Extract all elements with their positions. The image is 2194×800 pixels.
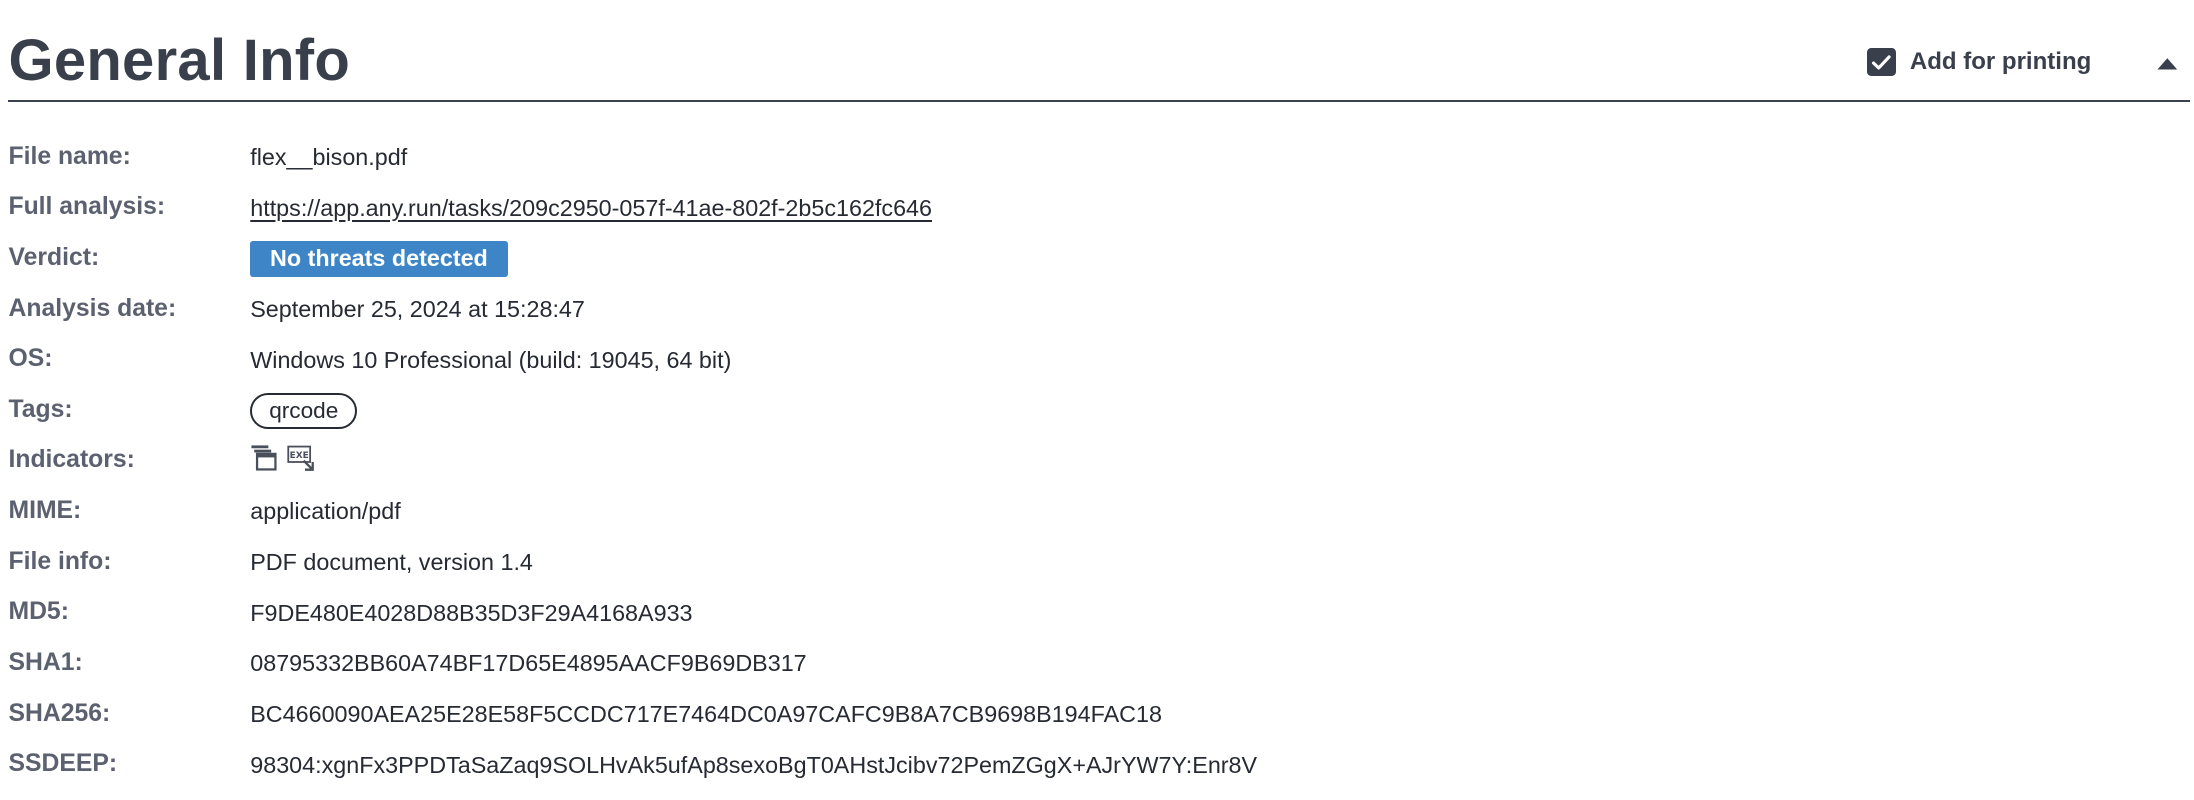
row-mime: MIME: application/pdf	[8, 489, 2186, 540]
page-title: General Info	[8, 29, 351, 94]
add-for-printing-toggle[interactable]: Add for printing	[1867, 48, 2092, 77]
analysis-date-value: September 25, 2024 at 15:28:47	[250, 296, 585, 323]
sha1-value: 08795332BB60A74BF17D65E4895AACF9B69DB317	[250, 650, 807, 677]
row-file-name: File name: flex__bison.pdf	[8, 134, 2186, 185]
row-indicators: Indicators: EXE	[8, 438, 2186, 489]
print-label: Add for printing	[1909, 48, 2092, 76]
row-full-analysis: Full analysis: https://app.any.run/tasks…	[8, 185, 2186, 236]
row-tags: Tags: qrcode	[8, 387, 2186, 438]
row-ssdeep: SSDEEP: 98304:xgnFx3PPDTaSaZaq9SOLHvAk5u…	[8, 742, 2186, 793]
row-verdict: Verdict: No threats detected	[8, 236, 2186, 287]
mime-label: MIME:	[8, 497, 82, 525]
verdict-label: Verdict:	[8, 244, 100, 272]
os-value: Windows 10 Professional (build: 19045, 6…	[250, 346, 732, 373]
print-checkbox[interactable]	[1867, 48, 1896, 77]
tag-qrcode[interactable]: qrcode	[250, 393, 358, 429]
full-analysis-label: Full analysis:	[8, 193, 166, 221]
ssdeep-value: 98304:xgnFx3PPDTaSaZaq9SOLHvAk5ufAp8sexo…	[250, 751, 1258, 778]
exe-file-icon[interactable]: EXE	[287, 444, 315, 472]
collapse-arrow-icon[interactable]	[2156, 54, 2179, 74]
row-sha1: SHA1: 08795332BB60A74BF17D65E4895AACF9B6…	[8, 640, 2186, 691]
checkmark-icon	[1872, 55, 1891, 70]
verdict-badge: No threats detected	[250, 241, 508, 277]
file-name-value: flex__bison.pdf	[250, 144, 408, 171]
md5-label: MD5:	[8, 598, 69, 626]
file-info-value: PDF document, version 1.4	[250, 549, 533, 576]
os-label: OS:	[8, 345, 53, 373]
sha256-label: SHA256:	[8, 699, 111, 727]
file-name-label: File name:	[8, 142, 131, 170]
row-md5: MD5: F9DE480E4028D88B35D3F29A4168A933	[8, 590, 2186, 641]
section-header: General Info Add for printing	[8, 0, 2191, 102]
general-info-panel: General Info Add for printing File name:…	[0, 0, 2193, 800]
tags-label: Tags:	[8, 395, 73, 423]
row-sha256: SHA256: BC4660090AEA25E28E58F5CCDC717E74…	[8, 691, 2186, 742]
multiple-windows-icon[interactable]	[250, 444, 278, 472]
indicator-icons: EXE	[250, 444, 315, 472]
info-table: File name: flex__bison.pdf Full analysis…	[8, 134, 2186, 792]
sha256-value: BC4660090AEA25E28E58F5CCDC717E7464DC0A97…	[250, 700, 1162, 727]
svg-text:EXE: EXE	[290, 451, 309, 461]
indicators-label: Indicators:	[8, 446, 135, 474]
analysis-date-label: Analysis date:	[8, 294, 177, 322]
full-analysis-link[interactable]: https://app.any.run/tasks/209c2950-057f-…	[250, 195, 932, 222]
sha1-label: SHA1:	[8, 648, 83, 676]
row-analysis-date: Analysis date: September 25, 2024 at 15:…	[8, 286, 2186, 337]
row-os: OS: Windows 10 Professional (build: 1904…	[8, 337, 2186, 388]
md5-value: F9DE480E4028D88B35D3F29A4168A933	[250, 599, 693, 626]
mime-value: application/pdf	[250, 498, 401, 525]
file-info-label: File info:	[8, 547, 112, 575]
row-file-info: File info: PDF document, version 1.4	[8, 539, 2186, 590]
ssdeep-label: SSDEEP:	[8, 750, 118, 778]
